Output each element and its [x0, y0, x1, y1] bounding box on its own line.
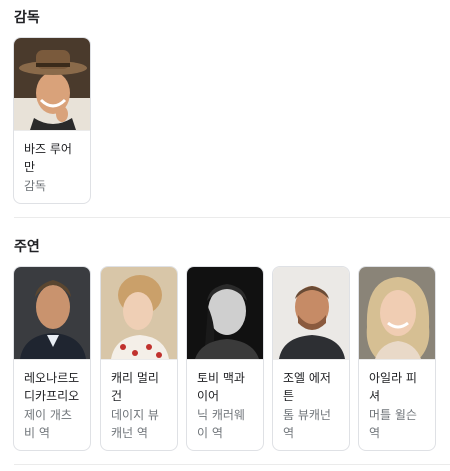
person-role: 톰 뷰캐넌 역 — [283, 408, 331, 440]
person-photo — [273, 267, 349, 360]
person-card-cast-3[interactable]: 토비 맥과이어 닉 캐러웨이 역 — [186, 266, 264, 451]
person-photo — [14, 267, 90, 360]
person-name: 레오나르도 디카프리오 — [24, 371, 80, 403]
section-title-cast: 주연 — [14, 239, 40, 255]
section-divider — [14, 217, 450, 218]
person-name: 아일라 피셔 — [369, 371, 417, 403]
person-role: 감독 — [24, 179, 47, 193]
person-role: 제이 개츠비 역 — [24, 408, 72, 440]
person-photo — [359, 267, 435, 360]
person-name: 조엘 에저튼 — [283, 371, 331, 403]
section-divider — [14, 464, 450, 465]
person-card-cast-4[interactable]: 조엘 에저튼 톰 뷰캐넌 역 — [272, 266, 350, 451]
person-card-director[interactable]: 바즈 루어만 감독 — [13, 37, 91, 204]
person-name: 토비 맥과이어 — [197, 371, 245, 403]
person-photo — [14, 38, 90, 131]
person-role: 닉 캐러웨이 역 — [197, 408, 245, 440]
section-title-director: 감독 — [14, 10, 40, 26]
person-card-cast-5[interactable]: 아일라 피셔 머틀 윌슨 역 — [358, 266, 436, 451]
person-photo — [187, 267, 263, 360]
person-name: 바즈 루어만 — [24, 142, 72, 174]
person-role: 머틀 윌슨 역 — [369, 408, 417, 440]
person-photo — [101, 267, 177, 360]
person-card-cast-2[interactable]: 캐리 멀리건 데이지 뷰캐넌 역 — [100, 266, 178, 451]
person-name: 캐리 멀리건 — [111, 371, 159, 403]
person-card-cast-1[interactable]: 레오나르도 디카프리오 제이 개츠비 역 — [13, 266, 91, 451]
person-role: 데이지 뷰캐넌 역 — [111, 408, 159, 440]
